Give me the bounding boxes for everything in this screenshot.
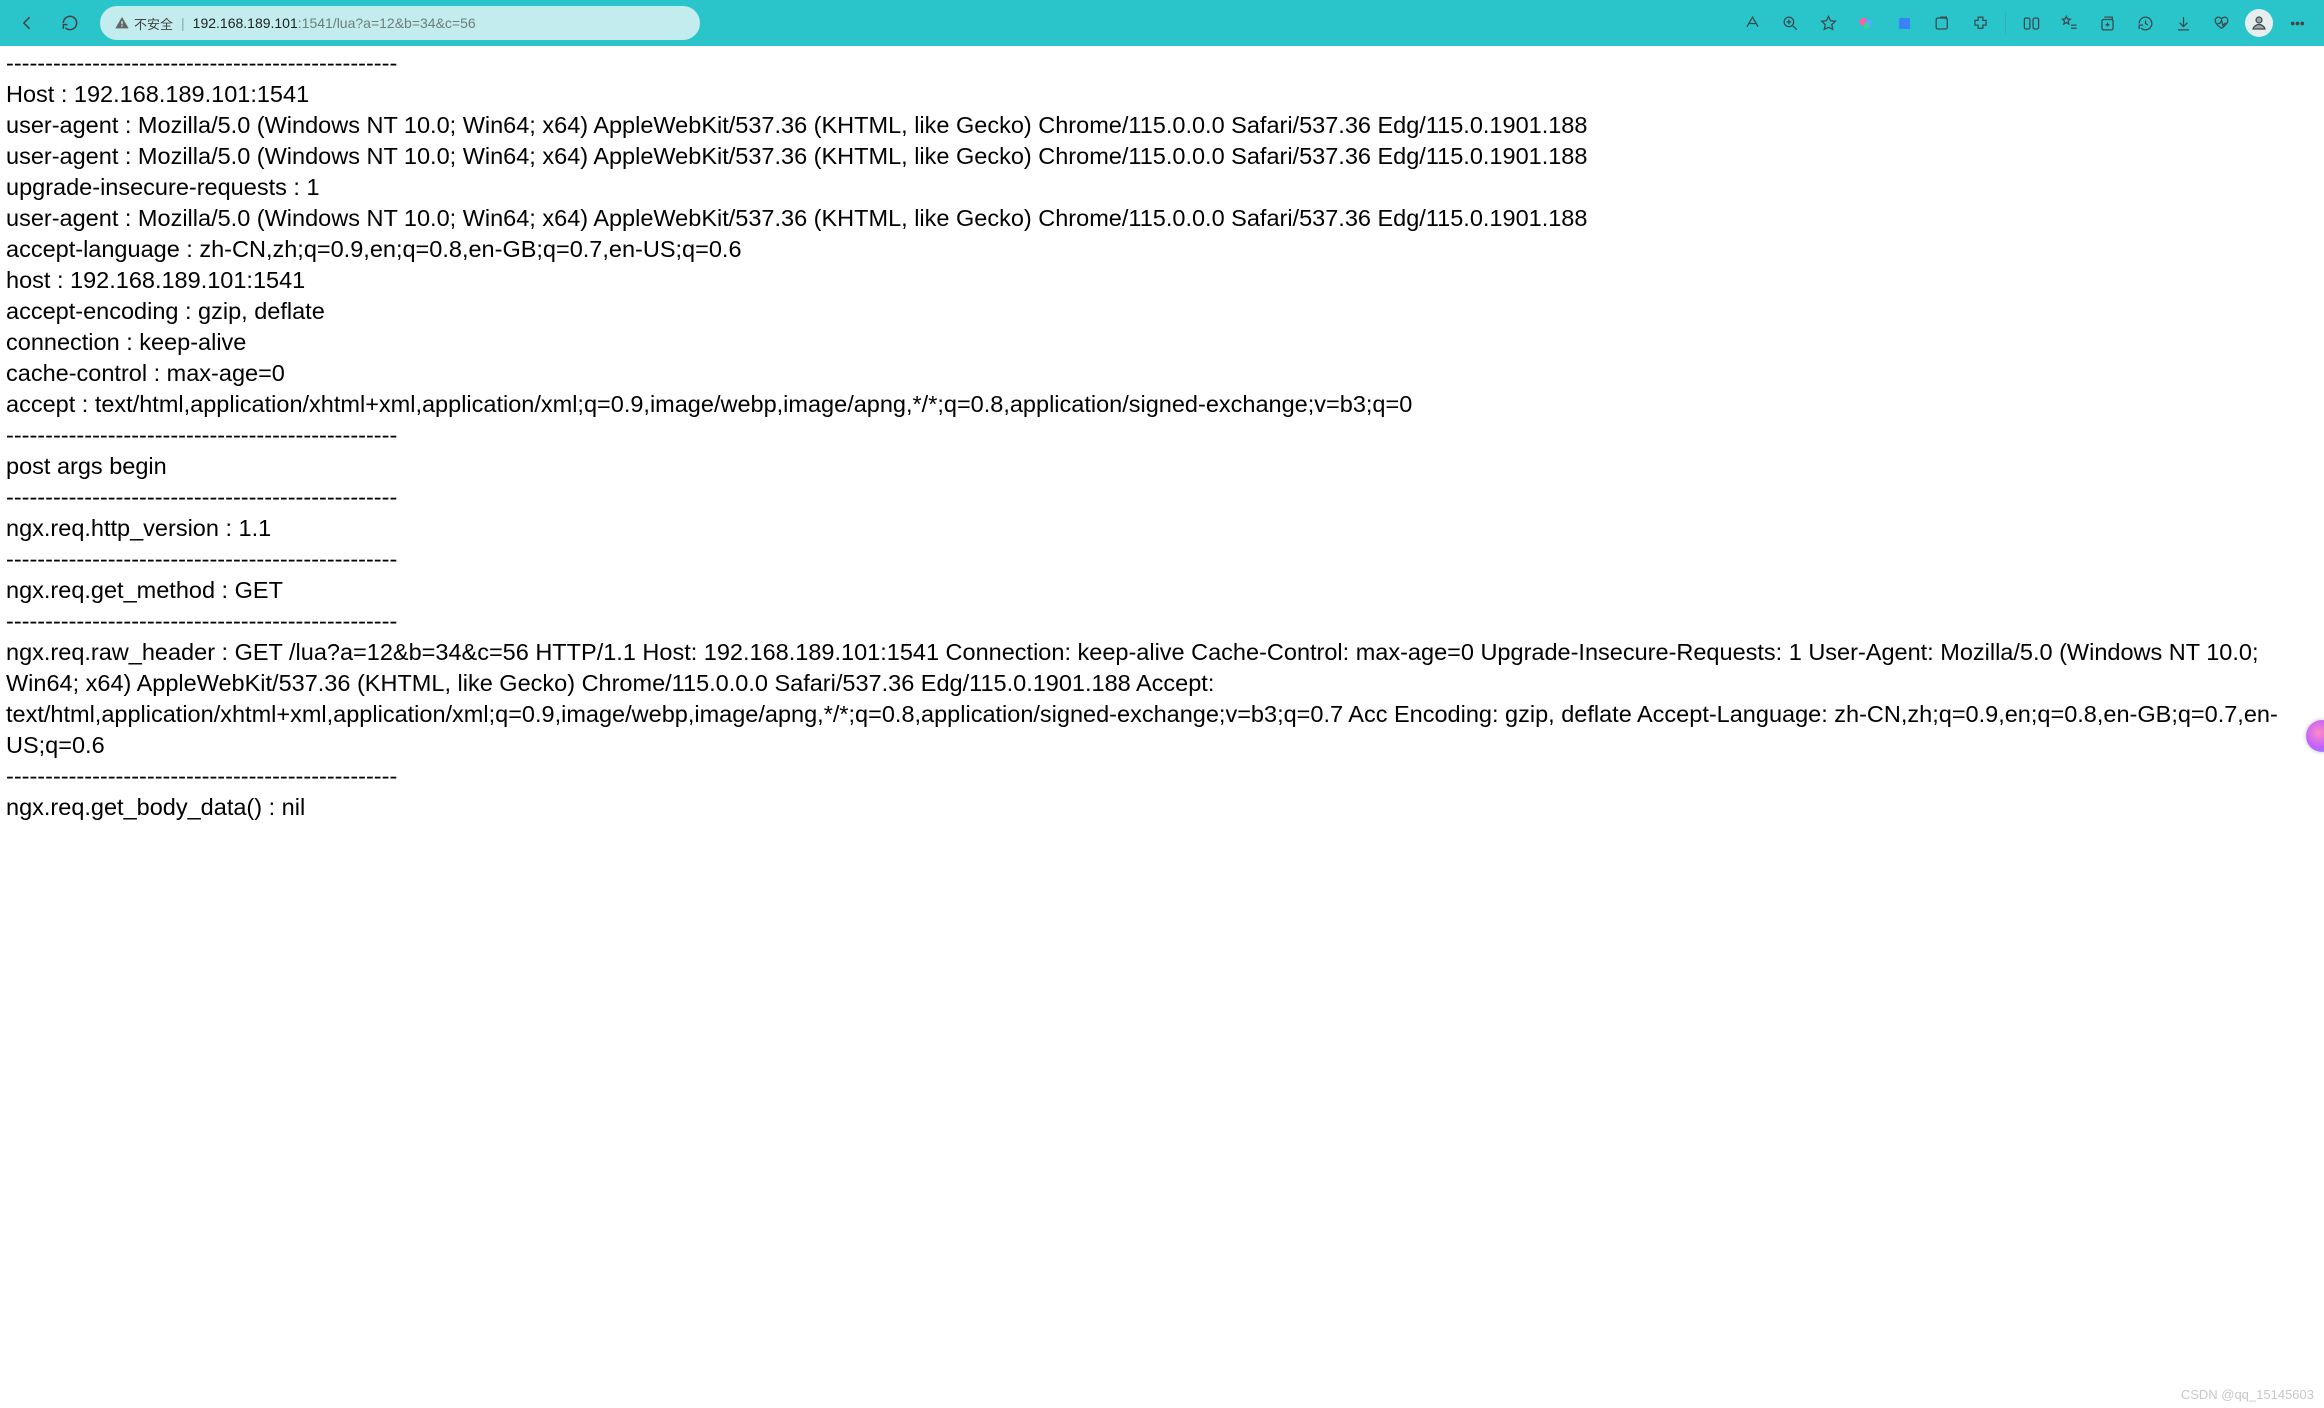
content-line: connection : keep-alive	[6, 327, 2318, 358]
back-button[interactable]	[10, 5, 46, 41]
avatar	[2245, 9, 2273, 37]
zoom-button[interactable]	[1773, 6, 1807, 40]
screenshot-button[interactable]	[1925, 6, 1959, 40]
refresh-icon	[60, 13, 80, 33]
content-line: ngx.req.get_body_data() : nil	[6, 792, 2318, 823]
profile-button[interactable]	[2242, 6, 2276, 40]
not-secure-label: 不安全	[134, 14, 173, 33]
watermark: CSDN @qq_15145603	[2181, 1387, 2314, 1402]
content-line: host : 192.168.189.101:1541	[6, 265, 2318, 296]
content-line: accept-language : zh-CN,zh;q=0.9,en;q=0.…	[6, 234, 2318, 265]
content-line: ----------------------------------------…	[6, 482, 2318, 513]
content-line: ngx.req.http_version : 1.1	[6, 513, 2318, 544]
content-line: upgrade-insecure-requests : 1	[6, 172, 2318, 203]
not-secure-indicator[interactable]: 不安全	[114, 14, 173, 33]
content-line: user-agent : Mozilla/5.0 (Windows NT 10.…	[6, 141, 2318, 172]
content-line: ngx.req.raw_header : GET /lua?a=12&b=34&…	[6, 637, 2318, 761]
downloads-button[interactable]	[2166, 6, 2200, 40]
content-line: user-agent : Mozilla/5.0 (Windows NT 10.…	[6, 110, 2318, 141]
copilot-button[interactable]	[1849, 6, 1883, 40]
toolbar-divider	[2005, 12, 2006, 34]
content-line: ----------------------------------------…	[6, 420, 2318, 451]
url-host: 192.168.189.101	[193, 15, 298, 31]
extensions-button[interactable]	[1963, 6, 1997, 40]
heartbeat-icon	[2212, 14, 2231, 33]
performance-button[interactable]	[2204, 6, 2238, 40]
addrbar-separator: |	[181, 15, 185, 31]
read-aloud-icon	[1743, 14, 1762, 33]
person-icon	[2250, 14, 2268, 32]
page-content: ----------------------------------------…	[0, 46, 2324, 833]
collections-icon	[2098, 14, 2117, 33]
url-path: :1541/lua?a=12&b=34&c=56	[298, 15, 476, 31]
content-line: ----------------------------------------…	[6, 48, 2318, 79]
more-horizontal-icon	[2288, 14, 2307, 33]
coupon-button[interactable]	[1887, 6, 1921, 40]
warning-triangle-icon	[114, 15, 130, 31]
content-line: cache-control : max-age=0	[6, 358, 2318, 389]
history-button[interactable]	[2128, 6, 2162, 40]
content-line: ----------------------------------------…	[6, 544, 2318, 575]
star-icon	[1819, 14, 1838, 33]
split-screen-button[interactable]	[2014, 6, 2048, 40]
copilot-icon	[1857, 14, 1876, 33]
puzzle-icon	[1971, 14, 1990, 33]
favorites-bar-button[interactable]	[2052, 6, 2086, 40]
url-text: 192.168.189.101:1541/lua?a=12&b=34&c=56	[193, 15, 476, 31]
more-button[interactable]	[2280, 6, 2314, 40]
browser-toolbar: 不安全 | 192.168.189.101:1541/lua?a=12&b=34…	[0, 0, 2324, 46]
screenshot-icon	[1933, 14, 1952, 33]
content-line: ----------------------------------------…	[6, 761, 2318, 792]
split-screen-icon	[2022, 14, 2041, 33]
arrow-left-icon	[18, 13, 38, 33]
content-line: Host : 192.168.189.101:1541	[6, 79, 2318, 110]
coupon-icon	[1895, 14, 1914, 33]
read-aloud-button[interactable]	[1735, 6, 1769, 40]
content-line: accept-encoding : gzip, deflate	[6, 296, 2318, 327]
content-line: post args begin	[6, 451, 2318, 482]
content-line: ----------------------------------------…	[6, 606, 2318, 637]
star-lines-icon	[2060, 14, 2079, 33]
content-line: accept : text/html,application/xhtml+xml…	[6, 389, 2318, 420]
address-bar[interactable]: 不安全 | 192.168.189.101:1541/lua?a=12&b=34…	[100, 6, 700, 40]
refresh-button[interactable]	[52, 5, 88, 41]
favorite-button[interactable]	[1811, 6, 1845, 40]
download-icon	[2174, 14, 2193, 33]
magnifier-plus-icon	[1781, 14, 1800, 33]
content-line: user-agent : Mozilla/5.0 (Windows NT 10.…	[6, 203, 2318, 234]
toolbar-right-icons	[1735, 6, 2314, 40]
history-icon	[2136, 14, 2155, 33]
collections-button[interactable]	[2090, 6, 2124, 40]
content-line: ngx.req.get_method : GET	[6, 575, 2318, 606]
